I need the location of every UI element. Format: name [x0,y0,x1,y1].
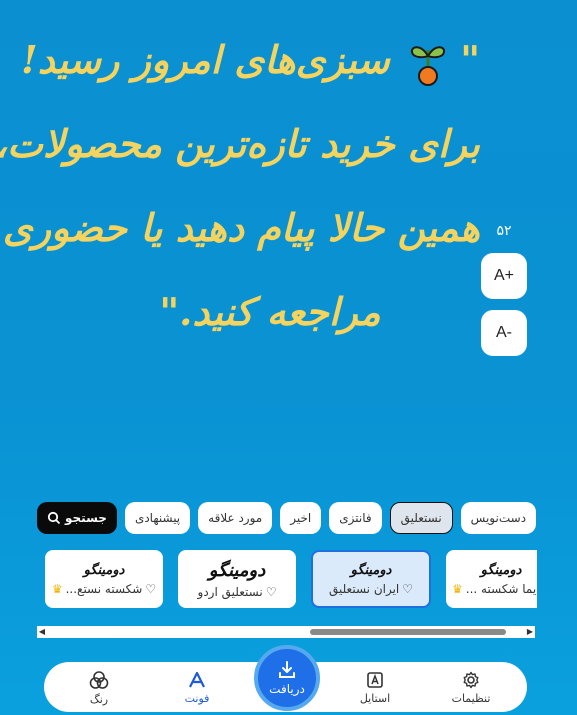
search-icon [47,511,61,525]
font-card-yama[interactable]: دومینگو ♡ یما شکسته ... ♛ [446,550,537,608]
download-icon [277,660,297,680]
font-icon [187,671,207,689]
search-chip-label: جستجو [65,511,107,525]
chip-favorites[interactable]: مورد علاقه [198,502,273,534]
crown-icon: ♛ [452,581,463,596]
font-sample: دومینگو [208,559,266,581]
download-label: دریافت [269,682,305,696]
nav-settings-label: تنظیمات [451,692,491,705]
font-card-iran-nastaliq[interactable]: دومینگو ♡ ایران نستعلیق [311,550,431,608]
preview-line-2: برای خرید تازه‌ترین محصولات، [0,121,480,166]
opening-quote: " [460,37,480,82]
preview-line-4: مراجعه کنید." [159,289,381,334]
download-button[interactable]: دریافت [254,645,320,711]
chip-fancy[interactable]: فانتزی [329,502,382,534]
font-sample: دومینگو [480,562,522,578]
font-list-scrollbar[interactable]: ◀ ▶ [37,626,535,638]
chip-handwriting[interactable]: دست‌نویس [460,502,537,534]
preview-line-3: همین حالا پیام دهید یا حضوری [2,205,480,250]
search-chip[interactable]: جستجو [37,502,117,534]
font-sample: دومینگو [350,562,392,578]
font-name: شکسته نستع... [65,581,143,596]
font-name: ایران نستعلیق [328,581,400,596]
nav-font[interactable]: فونت [162,666,232,710]
font-size-value: ۵۲ [496,223,512,239]
heart-icon[interactable]: ♡ [145,582,156,596]
scrollbar-thumb[interactable] [310,629,506,635]
gear-icon [462,671,480,689]
font-category-chips: جستجو پیشنهادی مورد علاقه اخیر فانتزی نس… [37,502,537,534]
font-name: یما شکسته ... [465,581,537,596]
font-card-urdu-nastaliq[interactable]: دومینگو ♡ نستعلیق اردو [178,550,296,608]
font-cards-list: دومینگو ♡ یما شکسته ... ♛ دومینگو ♡ ایرا… [45,550,537,610]
crown-icon: ♛ [51,581,63,596]
heart-icon[interactable]: ♡ [266,585,277,599]
font-card-shekasteh[interactable]: دومینگو ♡ شکسته نستع... ♛ [45,550,163,608]
color-circles-icon [89,670,109,690]
font-name: نستعلیق اردو [197,584,263,599]
chip-nastaliq[interactable]: نستعلیق [389,502,453,534]
scroll-left-icon[interactable]: ◀ [37,626,47,638]
chip-recent[interactable]: اخیر [280,502,322,534]
nav-settings[interactable]: تنظیمات [436,666,506,710]
nav-style-label: استایل [359,692,391,705]
nav-color[interactable]: رنگ [64,666,134,710]
scroll-right-icon[interactable]: ▶ [525,626,535,638]
chip-suggested[interactable]: پیشنهادی [124,502,191,534]
font-sample: دومینگو [83,562,125,578]
nav-style[interactable]: استایل [340,666,410,710]
nav-color-label: رنگ [89,693,109,706]
preview-line-1: " سبزی‌های امروز رسید! [21,18,480,102]
heart-icon[interactable]: ♡ [402,582,413,596]
nav-font-label: فونت [184,692,210,705]
sprout-icon [409,40,447,88]
text-preview: " سبزی‌های امروز رسید! برای خرید تازه‌تر… [0,18,480,438]
increase-font-size-button[interactable]: A+ [481,253,527,299]
style-icon [366,671,384,689]
decrease-font-size-button[interactable]: A- [481,310,527,356]
